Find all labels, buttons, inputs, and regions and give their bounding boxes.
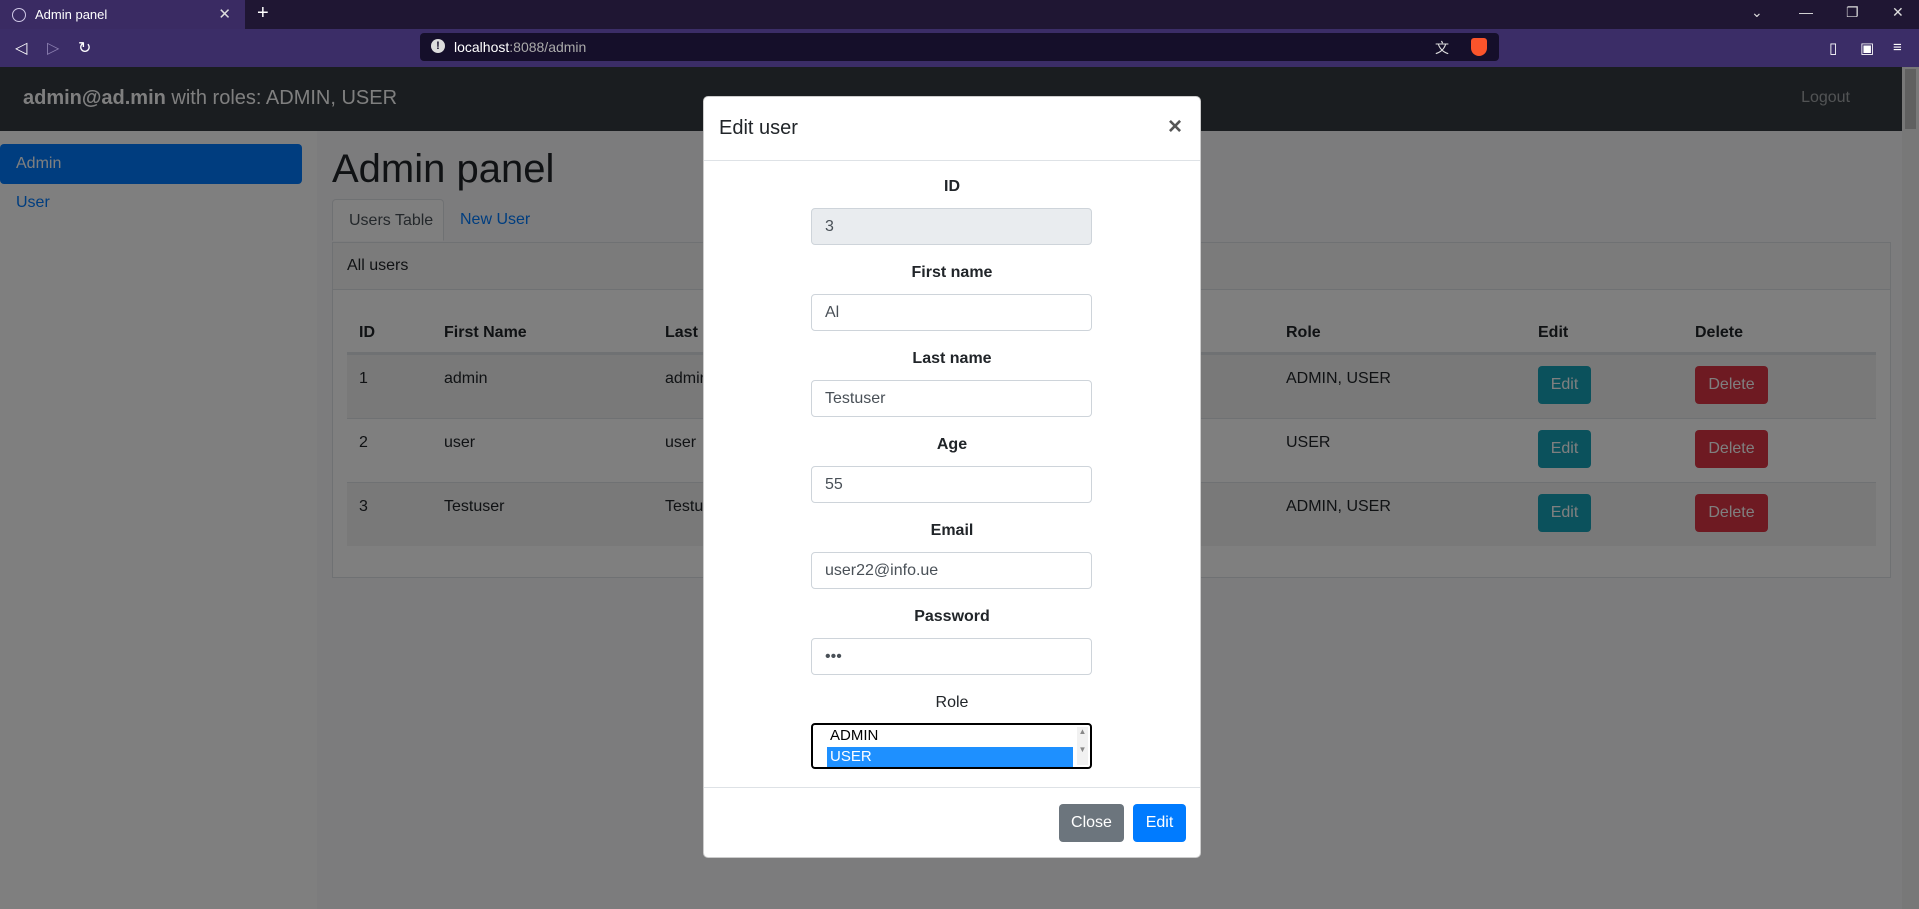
role-option-user[interactable]: USER (827, 747, 1073, 767)
last-name-field[interactable]: Testuser (811, 380, 1092, 417)
restore-icon[interactable]: ❐ (1846, 4, 1859, 21)
tab-title: Admin panel (35, 7, 108, 22)
back-icon[interactable]: ◁ (15, 38, 27, 58)
url-field[interactable]: ! localhost:8088/admin 文 (420, 33, 1499, 61)
id-label: ID (944, 178, 960, 195)
browser-tabstrip: Admin panel ✕ + ⌄ — ❐ ✕ (0, 0, 1919, 29)
address-bar: ◁ ▷ ↻ ! localhost:8088/admin 文 ▯ ▣ ≡ (0, 29, 1919, 67)
url-text: localhost:8088/admin (454, 39, 587, 55)
age-label: Age (936, 436, 968, 453)
first-name-label: First name (911, 264, 993, 281)
minimize-icon[interactable]: — (1799, 4, 1813, 20)
close-window-icon[interactable]: ✕ (1892, 4, 1904, 21)
id-field[interactable]: 3 (811, 208, 1092, 245)
role-label: Role (935, 694, 969, 711)
email-label: Email (930, 522, 974, 539)
password-field[interactable]: ••• (811, 638, 1092, 675)
wallet-icon[interactable]: ▣ (1860, 39, 1874, 57)
close-button[interactable]: Close (1059, 804, 1124, 842)
tab-search-icon[interactable]: ⌄ (1751, 4, 1763, 21)
browser-tab[interactable]: Admin panel ✕ (0, 0, 245, 29)
email-field[interactable]: user22@info.ue (811, 552, 1092, 589)
first-name-field[interactable]: Al (811, 294, 1092, 331)
reload-icon[interactable]: ↻ (78, 38, 91, 58)
menu-icon[interactable]: ≡ (1893, 39, 1902, 56)
age-field[interactable]: 55 (811, 466, 1092, 503)
translate-icon[interactable]: 文 (1435, 38, 1449, 58)
modal-close-icon[interactable]: × (1168, 113, 1182, 141)
new-tab-icon[interactable]: + (257, 2, 269, 25)
forward-icon[interactable]: ▷ (47, 38, 59, 58)
role-option-admin[interactable]: ADMIN (827, 726, 1073, 746)
last-name-label: Last name (912, 350, 992, 367)
role-select[interactable]: ADMIN USER ▲ ▼ (811, 723, 1092, 769)
close-tab-icon[interactable]: ✕ (218, 5, 231, 23)
brave-shields-icon[interactable] (1471, 38, 1487, 56)
modal-title: Edit user (719, 117, 798, 139)
globe-icon (12, 8, 26, 22)
modal-header: Edit user × (704, 97, 1200, 161)
modal-footer: Close Edit (704, 787, 1200, 858)
edit-submit-button[interactable]: Edit (1133, 804, 1186, 842)
sidebar-toggle-icon[interactable]: ▯ (1829, 39, 1837, 57)
password-label: Password (914, 608, 990, 625)
site-info-icon[interactable]: ! (431, 39, 445, 53)
edit-user-modal: Edit user × ID 3 First name Al Last name… (703, 96, 1201, 858)
select-scrollbar[interactable]: ▲ ▼ (1077, 727, 1088, 765)
